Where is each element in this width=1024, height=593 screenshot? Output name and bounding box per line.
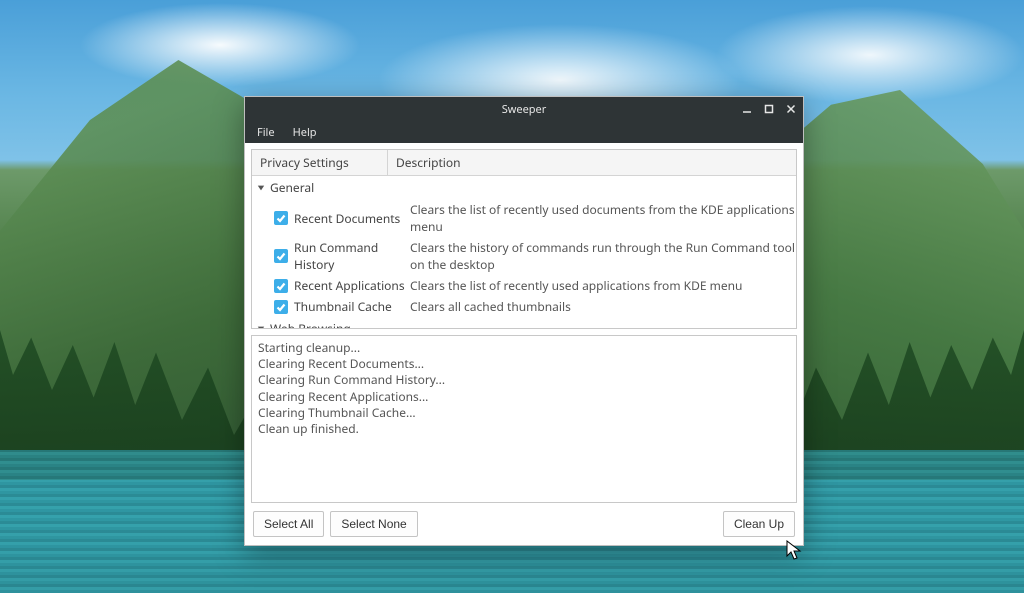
item-label: Run Command History [294, 239, 406, 273]
item-description: Clears the list of recently used documen… [406, 201, 796, 235]
item-label: Thumbnail Cache [294, 298, 406, 315]
log-line: Clean up finished. [258, 421, 790, 437]
tree-header: Privacy Settings Description [252, 150, 796, 176]
tree-body[interactable]: General Recent Documents Clears the list… [252, 176, 796, 329]
minimize-icon[interactable] [741, 103, 753, 115]
item-recent-documents[interactable]: Recent Documents Clears the list of rece… [252, 199, 796, 237]
chevron-down-icon[interactable] [256, 183, 266, 193]
desktop-wallpaper: Sweeper File Help Privacy Settings [0, 0, 1024, 593]
checkbox-checked-icon[interactable] [274, 300, 288, 314]
log-output[interactable]: Starting cleanup... Clearing Recent Docu… [251, 335, 797, 503]
log-line: Clearing Thumbnail Cache... [258, 405, 790, 421]
group-web-browsing[interactable]: Web Browsing [252, 317, 796, 329]
checkbox-checked-icon[interactable] [274, 211, 288, 225]
menubar: File Help [245, 121, 803, 143]
group-label: Web Browsing [270, 320, 351, 329]
item-label: Recent Documents [294, 210, 406, 227]
group-general[interactable]: General [252, 176, 796, 199]
item-description: Clears all cached thumbnails [406, 298, 796, 315]
item-label: Recent Applications [294, 277, 406, 294]
clean-up-button[interactable]: Clean Up [723, 511, 795, 537]
titlebar[interactable]: Sweeper [245, 97, 803, 121]
checkbox-checked-icon[interactable] [274, 279, 288, 293]
menu-help[interactable]: Help [287, 123, 323, 142]
item-thumbnail-cache[interactable]: Thumbnail Cache Clears all cached thumbn… [252, 296, 796, 317]
item-description: Clears the history of commands run throu… [406, 239, 796, 273]
window-title: Sweeper [502, 102, 547, 117]
item-recent-applications[interactable]: Recent Applications Clears the list of r… [252, 275, 796, 296]
group-label: General [270, 179, 314, 196]
item-description: Clears the list of recently used applica… [406, 277, 796, 294]
maximize-icon[interactable] [763, 103, 775, 115]
column-description[interactable]: Description [388, 150, 796, 175]
button-row: Select All Select None Clean Up [251, 509, 797, 539]
select-none-button[interactable]: Select None [330, 511, 417, 537]
checkbox-checked-icon[interactable] [274, 249, 288, 263]
log-line: Clearing Recent Applications... [258, 389, 790, 405]
menu-file[interactable]: File [251, 123, 281, 142]
close-icon[interactable] [785, 103, 797, 115]
log-line: Clearing Recent Documents... [258, 356, 790, 372]
privacy-tree: Privacy Settings Description General Rec… [251, 149, 797, 329]
log-line: Starting cleanup... [258, 340, 790, 356]
item-run-command-history[interactable]: Run Command History Clears the history o… [252, 237, 796, 275]
chevron-down-icon[interactable] [256, 324, 266, 330]
column-privacy-settings[interactable]: Privacy Settings [252, 150, 388, 175]
select-all-button[interactable]: Select All [253, 511, 324, 537]
sweeper-window: Sweeper File Help Privacy Settings [244, 96, 804, 546]
log-line: Clearing Run Command History... [258, 372, 790, 388]
